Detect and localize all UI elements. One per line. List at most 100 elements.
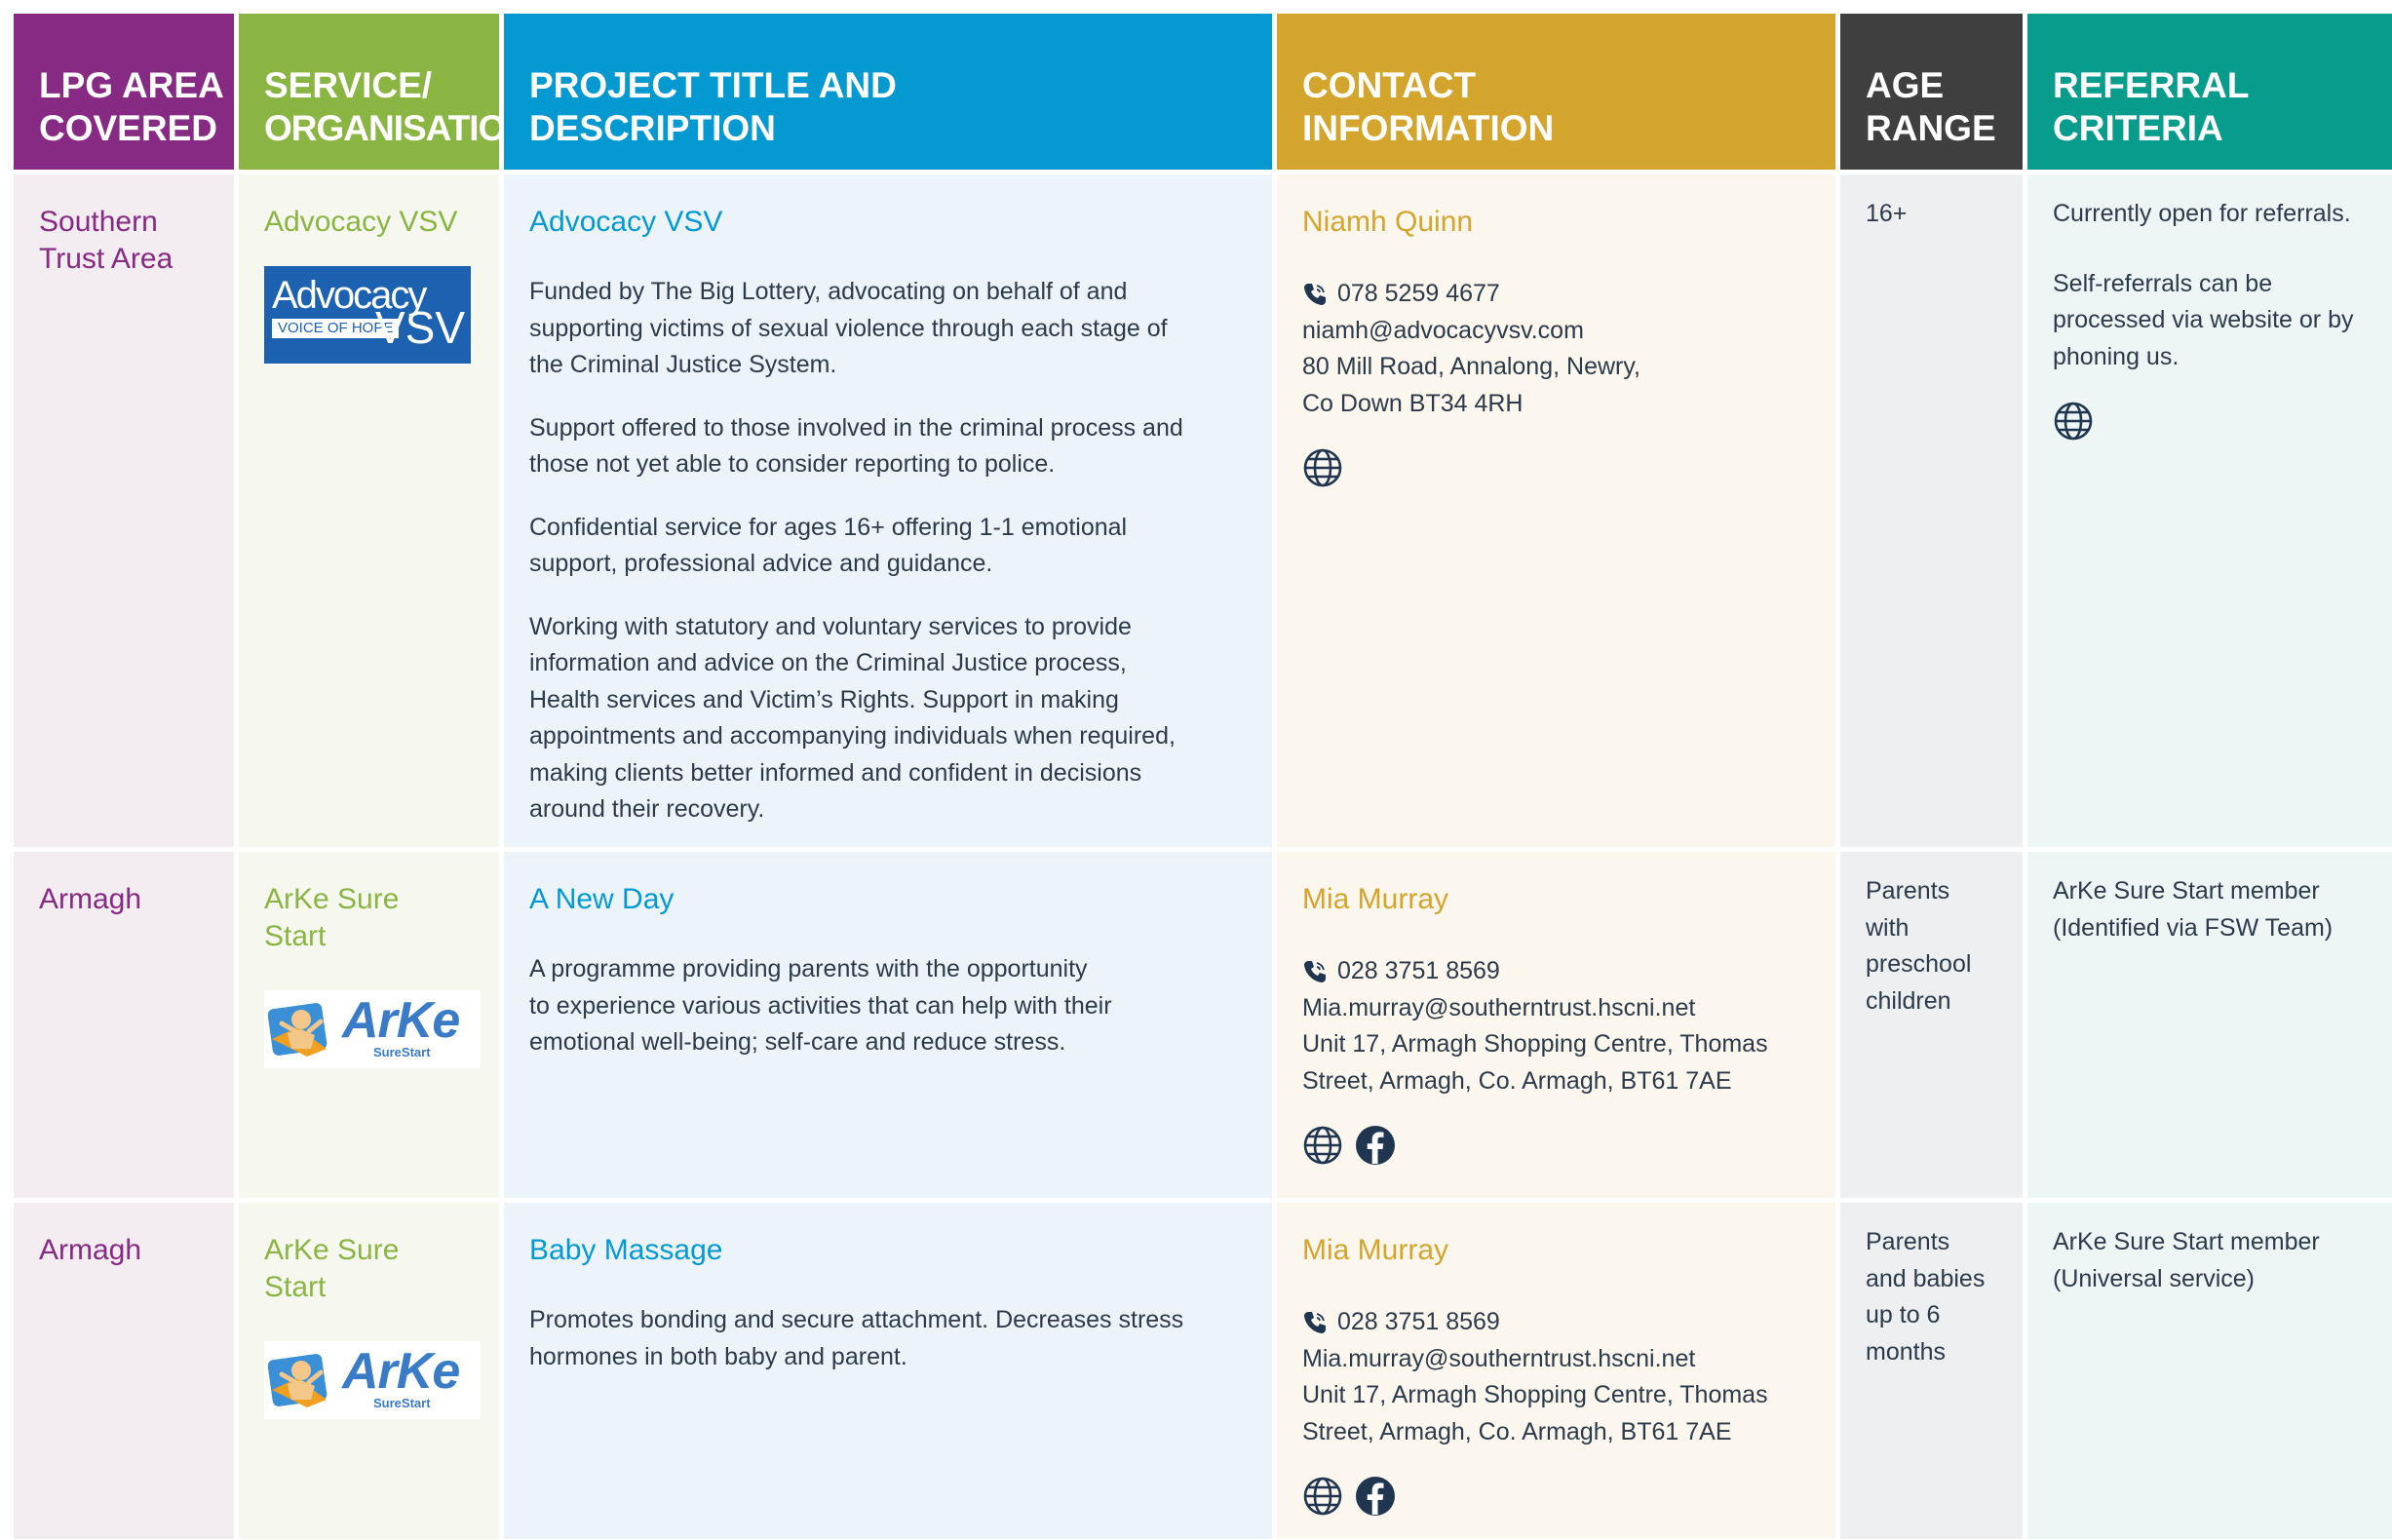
referral-paragraph: ArKe Sure Start member (Identified via FS… — [2053, 873, 2378, 946]
description-line: those not yet able to consider reporting… — [529, 450, 1056, 478]
referral-line: ArKe Sure Start member — [2053, 1228, 2320, 1255]
age-line: Parents — [1866, 877, 1950, 905]
area-line: Armagh — [39, 883, 142, 915]
contact-name: Niamh Quinn — [1302, 206, 1474, 238]
logo-text-right: VSV — [374, 302, 465, 353]
phone-number[interactable]: 078 5259 4677 — [1337, 276, 1500, 313]
header-project: PROJECT TITLE AND DESCRIPTION — [504, 14, 1272, 170]
phone-number[interactable]: 028 3751 8569 — [1337, 1304, 1500, 1341]
contact-cell: Mia Murray 028 3751 8569 Mia.murray@southe… — [1277, 1203, 1835, 1539]
referral-line: (Universal service) — [2053, 1264, 2255, 1292]
organisation-cell: ArKe Sure Start ArKe SureStart — [239, 852, 499, 1198]
age-line: Parents — [1866, 1228, 1950, 1255]
email-line: Mia.murray@southerntrust.hscni.net — [1302, 993, 1696, 1021]
globe-icon[interactable] — [2053, 401, 2094, 442]
description-paragraph: Working with statutory and voluntary ser… — [529, 609, 1253, 828]
phone-line: 078 5259 4677 — [1302, 276, 1816, 313]
description-line: Promotes bonding and secure attachment. … — [529, 1306, 1184, 1333]
organisation-line: ArKe Sure — [264, 1234, 400, 1266]
project-title: Baby Massage — [529, 1234, 723, 1266]
description-paragraph: Support offered to those involved in the… — [529, 410, 1253, 483]
referral-paragraph: ArKe Sure Start member (Universal service… — [2053, 1224, 2378, 1297]
phone-number[interactable]: 028 3751 8569 — [1337, 953, 1500, 990]
project-cell: Baby Massage Promotes bonding and secure … — [504, 1203, 1272, 1539]
description-paragraph: Funded by The Big Lottery, advocating on… — [529, 274, 1253, 384]
description-paragraph: Confidential service for ages 16+ offeri… — [529, 510, 1253, 583]
header-project-line1: PROJECT TITLE AND — [529, 65, 897, 105]
header-referral-line2: CRITERIA — [2053, 108, 2223, 148]
header-referral-line1: REFERRAL — [2053, 65, 2250, 105]
address-line: Street, Armagh, Co. Armagh, BT61 7AE — [1302, 1066, 1732, 1095]
referral-cell: Currently open for referrals. Self-referr… — [2027, 174, 2392, 847]
area-name: Armagh — [39, 881, 214, 918]
globe-icon[interactable] — [1302, 1476, 1343, 1517]
description-line: emotional well-being; self-care and redu… — [529, 1028, 1066, 1056]
contact-cell: Mia Murray 028 3751 8569 Mia.murray@southe… — [1277, 852, 1835, 1198]
age-line: children — [1866, 986, 1951, 1015]
contact-cell: Niamh Quinn 078 5259 4677 niamh@advocacyvs… — [1277, 174, 1835, 847]
area-name: Southern Trust Area — [39, 204, 214, 278]
description-line: hormones in both baby and parent. — [529, 1342, 907, 1370]
globe-icon[interactable] — [1302, 1125, 1343, 1166]
project-title: Advocacy VSV — [529, 206, 723, 238]
description-line: the Criminal Justice System. — [529, 351, 837, 378]
referral-line: phoning us. — [2053, 342, 2180, 370]
header-project-line2: DESCRIPTION — [529, 108, 776, 148]
header-referral: REFERRAL CRITERIA — [2027, 14, 2392, 170]
facebook-icon[interactable] — [1355, 1476, 1396, 1517]
contact-name: Mia Murray — [1302, 1234, 1449, 1266]
description-line: around their recovery. — [529, 795, 765, 823]
logo-subtext: SureStart — [373, 1396, 431, 1410]
description-line: appointments and accompanying individual… — [529, 722, 1176, 750]
age-line: up to 6 — [1866, 1301, 1941, 1328]
email-line: Mia.murray@southerntrust.hscni.net — [1302, 1344, 1696, 1372]
description-line: information and advice on the Criminal J… — [529, 649, 1127, 676]
age-line: and babies — [1866, 1264, 1986, 1292]
description-paragraph: A programme providing parents with the o… — [529, 951, 1253, 1061]
logo-text: ArKe — [342, 992, 460, 1049]
address-line: Co Down BT34 4RH — [1302, 389, 1524, 417]
logo-subtext: SureStart — [373, 1045, 431, 1059]
header-age-line2: RANGE — [1866, 108, 1996, 148]
description-line: support, professional advice and guidanc… — [529, 550, 993, 577]
globe-icon[interactable] — [1302, 447, 1343, 488]
facebook-icon[interactable] — [1355, 1125, 1396, 1166]
address-line: Unit 17, Armagh Shopping Centre, Thomas — [1302, 1381, 1768, 1408]
organisation-name: Advocacy VSV — [264, 204, 480, 241]
logo-figure-icon — [267, 1000, 338, 1059]
referral-line: Currently open for referrals. — [2053, 200, 2351, 227]
age-cell: 16+ — [1840, 174, 2023, 847]
header-contact-line2: INFORMATION — [1302, 108, 1555, 148]
address-line: Street, Armagh, Co. Armagh, BT61 7AE — [1302, 1417, 1732, 1445]
description-line: Working with statutory and voluntary ser… — [529, 612, 1132, 640]
description-line: Health services and Victim’s Rights. Sup… — [529, 685, 1119, 713]
age-line: 16+ — [1866, 200, 1908, 227]
description-line: Support offered to those involved in the… — [529, 413, 1183, 442]
organisation-cell: Advocacy VSV Advocacy VOICE OF HOPE VSV — [239, 174, 499, 847]
description-line: Confidential service for ages 16+ offeri… — [529, 513, 1128, 541]
organisation-cell: ArKe Sure Start ArKe SureStart — [239, 1203, 499, 1539]
organisation-name: ArKe Sure Start — [264, 1232, 480, 1306]
email-line: niamh@advocacyvsv.com — [1302, 316, 1584, 344]
header-service-line1: SERVICE/ — [264, 65, 433, 105]
referral-cell: ArKe Sure Start member (Identified via FS… — [2027, 852, 2392, 1198]
description-paragraph: Promotes bonding and secure attachment. … — [529, 1302, 1253, 1375]
phone-icon — [1302, 959, 1328, 984]
organisation-line: Advocacy VSV — [264, 206, 458, 238]
logo-figure-icon — [267, 1351, 338, 1409]
services-table: LPG AREA COVERED SERVICE/ ORGANISATION P… — [14, 14, 2392, 1539]
referral-paragraph: Currently open for referrals. — [2053, 196, 2378, 233]
header-age: AGE RANGE — [1840, 14, 2023, 170]
description-line: Funded by The Big Lottery, advocating on… — [529, 278, 1128, 305]
organisation-line: ArKe Sure — [264, 883, 400, 915]
contact-icons — [1302, 447, 1816, 488]
age-cell: Parents and babies up to 6 months — [1840, 1203, 2023, 1539]
address-line: 80 Mill Road, Annalong, Newry, — [1302, 353, 1640, 380]
phone-line: 028 3751 8569 — [1302, 953, 1816, 990]
area-cell: Southern Trust Area — [14, 174, 234, 847]
project-cell: Advocacy VSV Funded by The Big Lottery, a… — [504, 174, 1272, 847]
header-contact-line1: CONTACT — [1302, 65, 1477, 105]
area-cell: Armagh — [14, 852, 234, 1198]
arke-surestart-logo: ArKe SureStart — [264, 990, 481, 1068]
organisation-name: ArKe Sure Start — [264, 881, 480, 955]
